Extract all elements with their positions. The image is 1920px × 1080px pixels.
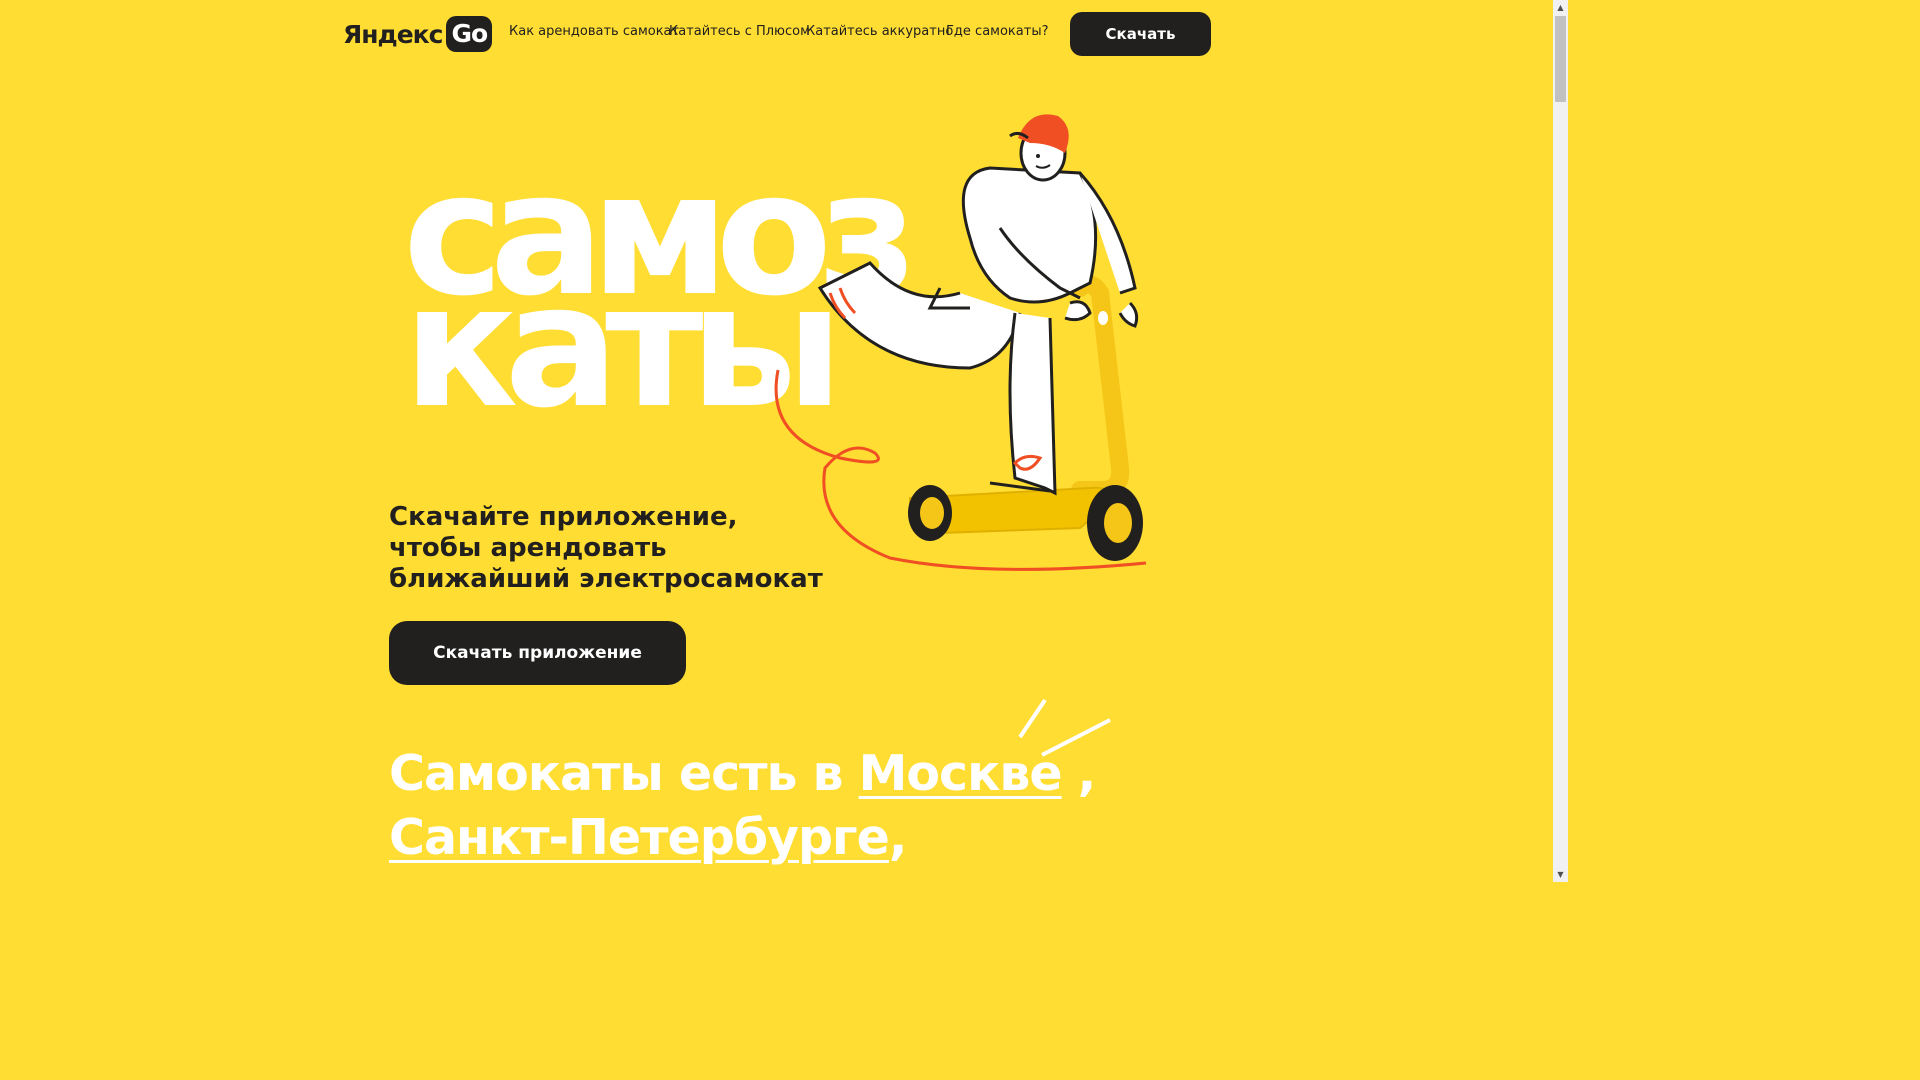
- scroll-thumb[interactable]: [1555, 16, 1566, 102]
- cities-separator-1: ,: [1061, 745, 1097, 802]
- header: Яндекс Go Как арендовать самокат Катайте…: [0, 0, 1553, 66]
- yandex-go-logo[interactable]: Яндекс Go: [343, 16, 493, 52]
- nav-how-to-rent[interactable]: Как арендовать самокат: [509, 24, 679, 39]
- hero-subtitle-line3: ближайший электросамокат: [389, 564, 823, 594]
- nav-ride-carefully[interactable]: Катайтесь аккуратно: [806, 24, 953, 39]
- city-link-moscow[interactable]: Москве: [859, 745, 1063, 802]
- scroll-up-arrow-icon[interactable]: ▲: [1553, 0, 1568, 15]
- download-app-button[interactable]: Скачать приложение: [389, 621, 686, 685]
- nav-where-scooters[interactable]: Где самокаты?: [946, 24, 1048, 39]
- cities-prefix: Самокаты есть в: [389, 745, 859, 802]
- cities-separator-2: ,: [888, 809, 908, 866]
- cities-row-2: Санкт-Петербурге,: [389, 806, 1095, 870]
- cities-row-1: Самокаты есть в Москве ,: [389, 742, 1097, 806]
- nav-ride-with-plus[interactable]: Катайтесь с Плюсом: [669, 24, 810, 39]
- hero-subtitle-line1: Скачайте приложение,: [389, 502, 738, 532]
- logo-go-badge: Go: [446, 16, 493, 52]
- hero-subtitle-line2: чтобы арендовать: [389, 533, 667, 563]
- hero-subtitle: Скачайте приложение, чтобы арендовать бл…: [389, 502, 829, 595]
- city-link-saint-petersburg[interactable]: Санкт-Петербурге: [389, 809, 890, 866]
- scroll-down-arrow-icon[interactable]: ▼: [1553, 867, 1568, 882]
- cities-heading: Самокаты есть в Москве , Санкт-Петербург…: [389, 742, 1097, 870]
- logo-text: Яндекс: [343, 19, 443, 49]
- scrollbar[interactable]: ▲ ▼: [1553, 0, 1568, 882]
- download-button[interactable]: Скачать: [1070, 12, 1211, 56]
